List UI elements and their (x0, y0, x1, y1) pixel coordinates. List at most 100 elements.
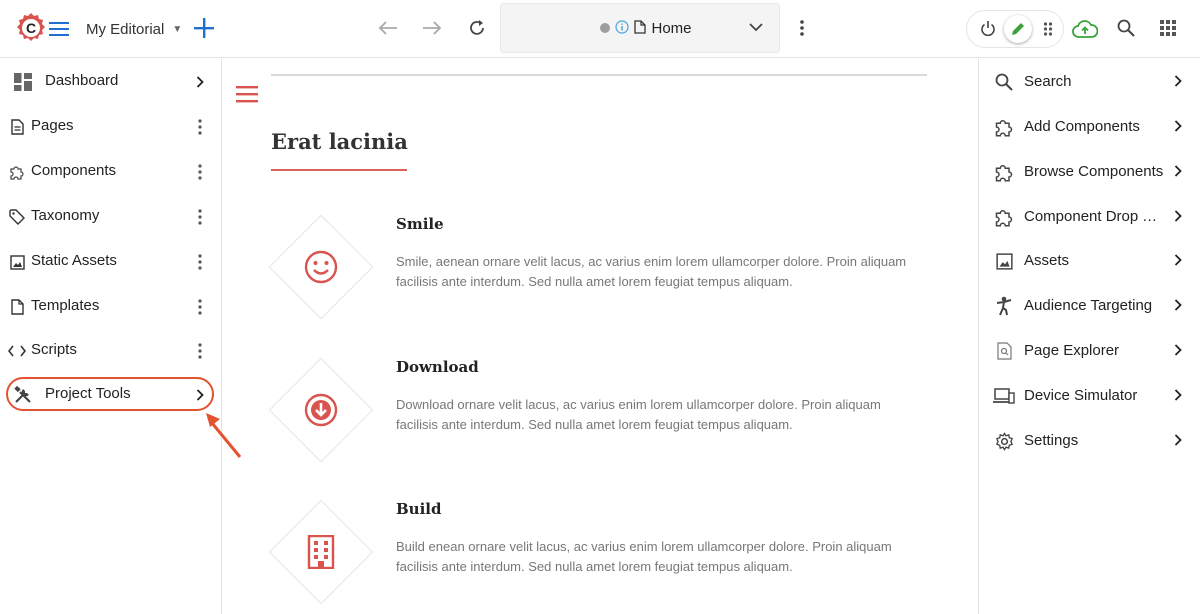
sidebar-item-label: Dashboard (45, 72, 119, 89)
tool-label: Device Simulator (1024, 387, 1138, 404)
logo-icon[interactable]: C (16, 12, 46, 44)
chevron-right-icon (1169, 431, 1187, 449)
tool-label: Audience Targeting (1024, 297, 1153, 314)
left-sidebar: Dashboard Pages Components Taxonomy Stat… (0, 59, 242, 614)
puzzle-icon (8, 163, 26, 181)
plus-icon[interactable] (190, 14, 218, 42)
tool-search[interactable]: Search (979, 59, 1200, 103)
site-switcher[interactable]: My Editorial ▼ (86, 17, 182, 41)
chevron-down-icon[interactable] (749, 19, 763, 35)
code-icon (8, 342, 26, 360)
sidebar-item-project-tools[interactable]: Project Tools (0, 373, 222, 417)
tool-label: Settings (1024, 432, 1079, 449)
power-icon[interactable] (976, 17, 1000, 41)
tool-label: Assets (1024, 252, 1070, 269)
search-icon[interactable] (1114, 16, 1138, 40)
feature-title: Build (396, 500, 442, 518)
feature-description: Download ornare velit lacus, ac varius e… (396, 397, 881, 432)
cloud-upload-icon[interactable] (1072, 16, 1098, 42)
gear-icon (993, 430, 1015, 452)
sidebar-item-pages[interactable]: Pages (0, 105, 222, 149)
person-icon (993, 295, 1015, 317)
smile-icon (301, 247, 341, 287)
feature-title: Download (396, 358, 479, 376)
image-icon (993, 250, 1015, 272)
sidebar-item-taxonomy[interactable]: Taxonomy (0, 195, 222, 239)
chevron-right-icon (1169, 117, 1187, 135)
menu-icon[interactable] (236, 85, 258, 105)
kebab-icon[interactable] (190, 252, 210, 272)
sidebar-item-label: Templates (31, 297, 100, 314)
page-canvas: Erat lacinia Smile Smile, aenean ornare … (222, 59, 978, 614)
chevron-right-icon (1169, 251, 1187, 269)
address-bar[interactable]: Home (500, 3, 780, 53)
sidebar-item-templates[interactable]: Templates (0, 285, 222, 329)
site-name: My Editorial (86, 20, 165, 38)
tool-component-drop-targets[interactable]: Component Drop Targets (979, 194, 1200, 238)
sidebar-item-scripts[interactable]: Scripts (0, 329, 222, 373)
feature-description: Build enean ornare velit lacus, ac variu… (396, 539, 892, 574)
tool-label: Component Drop Targets (1024, 208, 1164, 225)
caret-down-icon: ▼ (172, 23, 183, 35)
puzzle-icon (993, 116, 1015, 138)
kebab-icon[interactable] (190, 341, 210, 361)
search-icon (993, 71, 1015, 93)
chevron-right-icon (1169, 207, 1187, 225)
kebab-icon[interactable] (190, 207, 210, 227)
reload-icon[interactable] (465, 16, 489, 40)
tool-page-explorer[interactable]: Page Explorer (979, 328, 1200, 372)
apps-grid-icon[interactable] (1156, 16, 1180, 40)
tool-audience-targeting[interactable]: Audience Targeting (979, 283, 1200, 327)
puzzle-icon (993, 206, 1015, 228)
back-arrow-icon[interactable] (376, 16, 400, 40)
page-search-icon (993, 340, 1015, 362)
title-underline (271, 169, 407, 171)
feature-description: Smile, aenean ornare velit lacus, ac var… (396, 254, 907, 289)
sidebar-item-components[interactable]: Components (0, 150, 222, 194)
sidebar-item-label: Scripts (31, 341, 77, 358)
sidebar-item-label: Project Tools (45, 385, 131, 402)
tag-icon (8, 208, 26, 226)
kebab-icon[interactable] (790, 16, 814, 40)
edit-mode-toggle (966, 10, 1064, 48)
sidebar-item-label: Components (31, 162, 117, 179)
tool-settings[interactable]: Settings (979, 418, 1200, 462)
hamburger-icon[interactable] (48, 18, 70, 40)
tool-add-components[interactable]: Add Components (979, 104, 1200, 148)
tools-icon (14, 386, 32, 404)
image-icon (8, 253, 26, 271)
page-icon (634, 19, 647, 37)
right-sidebar: Search Add Components Browse Components … (978, 59, 1200, 614)
sidebar-item-dashboard[interactable]: Dashboard (0, 60, 222, 104)
tool-label: Search (1024, 73, 1072, 90)
divider (271, 74, 927, 76)
feature-smile: Smile Smile, aenean ornare velit lacus, … (268, 214, 968, 325)
kebab-icon[interactable] (190, 162, 210, 182)
forward-arrow-icon[interactable] (420, 16, 444, 40)
kebab-icon[interactable] (190, 297, 210, 317)
kebab-icon[interactable] (190, 117, 210, 137)
download-icon (301, 390, 341, 430)
page-icon (8, 118, 26, 136)
sidebar-item-label: Static Assets (31, 252, 117, 269)
sidebar-item-label: Taxonomy (31, 207, 100, 224)
sidebar-item-label: Pages (31, 117, 74, 134)
tool-label: Browse Components (1024, 163, 1164, 180)
section-title: Erat lacinia (271, 129, 408, 154)
file-icon (8, 298, 26, 316)
feature-title: Smile (396, 215, 444, 233)
tool-browse-components[interactable]: Browse Components (979, 149, 1200, 193)
tool-assets[interactable]: Assets (979, 238, 1200, 282)
pencil-icon[interactable] (1004, 15, 1032, 43)
sidebar-item-static-assets[interactable]: Static Assets (0, 240, 222, 284)
chevron-right-icon (190, 385, 210, 405)
tool-label: Add Components (1024, 118, 1140, 135)
tool-device-simulator[interactable]: Device Simulator (979, 373, 1200, 417)
puzzle-icon (993, 161, 1015, 183)
chevron-right-icon (1169, 162, 1187, 180)
chevron-right-icon (1169, 296, 1187, 314)
info-icon (615, 19, 630, 37)
devices-icon (993, 385, 1015, 407)
drag-dots-icon[interactable] (1036, 17, 1060, 41)
tool-label: Page Explorer (1024, 342, 1120, 359)
